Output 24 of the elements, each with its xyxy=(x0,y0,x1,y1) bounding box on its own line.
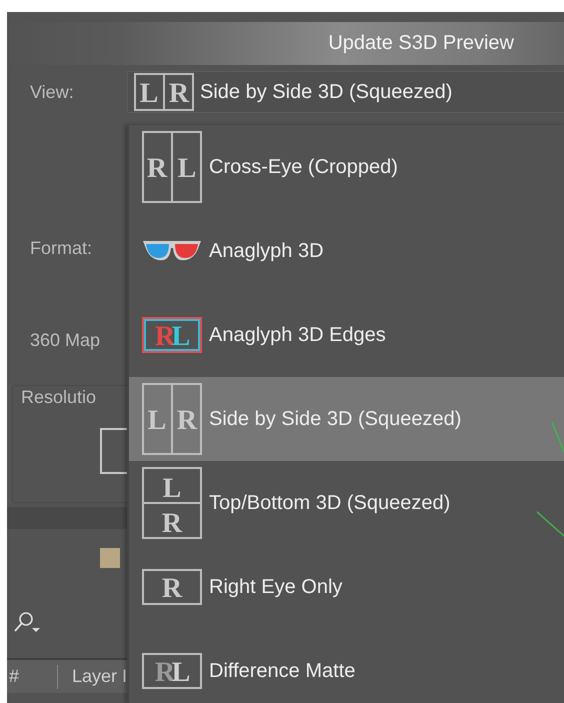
guide-line xyxy=(551,422,564,452)
menu-item[interactable]: R L Cross-Eye (Cropped) xyxy=(129,125,564,209)
split-view-icon: R L xyxy=(142,131,202,203)
view-label: View: xyxy=(29,82,75,102)
menu-item[interactable]: L R Top/Bottom 3D (Squeezed) xyxy=(129,461,564,545)
menu-item[interactable]: R Right Eye Only xyxy=(129,545,564,629)
anaglyph-letters-icon: RL xyxy=(142,317,202,353)
view-dropdown[interactable]: L R Side by Side 3D (Squeezed) xyxy=(127,71,564,113)
column-header: # xyxy=(8,666,20,687)
search-icon[interactable] xyxy=(13,611,41,635)
column-header: Layer I xyxy=(72,666,127,687)
split-view-icon: L R xyxy=(142,383,202,455)
split-view-icon: L R xyxy=(134,73,194,111)
menu-item[interactable]: Anaglyph 3D xyxy=(129,209,564,293)
color-swatch xyxy=(100,548,120,568)
menu-item[interactable]: L R Side by Side 3D (Squeezed) xyxy=(129,377,564,461)
letter-frame-icon: R xyxy=(142,569,202,605)
menu-item[interactable]: RL Anaglyph 3D Edges xyxy=(129,293,564,377)
stacked-view-icon: L R xyxy=(142,467,202,539)
menu-item[interactable]: RL Difference Matte xyxy=(129,629,564,703)
overlapped-letters-icon: RL xyxy=(142,653,202,689)
resolution-label: Resolutio xyxy=(21,387,96,408)
map-label: 360 Map xyxy=(30,330,100,351)
format-label: Format: xyxy=(30,238,92,259)
